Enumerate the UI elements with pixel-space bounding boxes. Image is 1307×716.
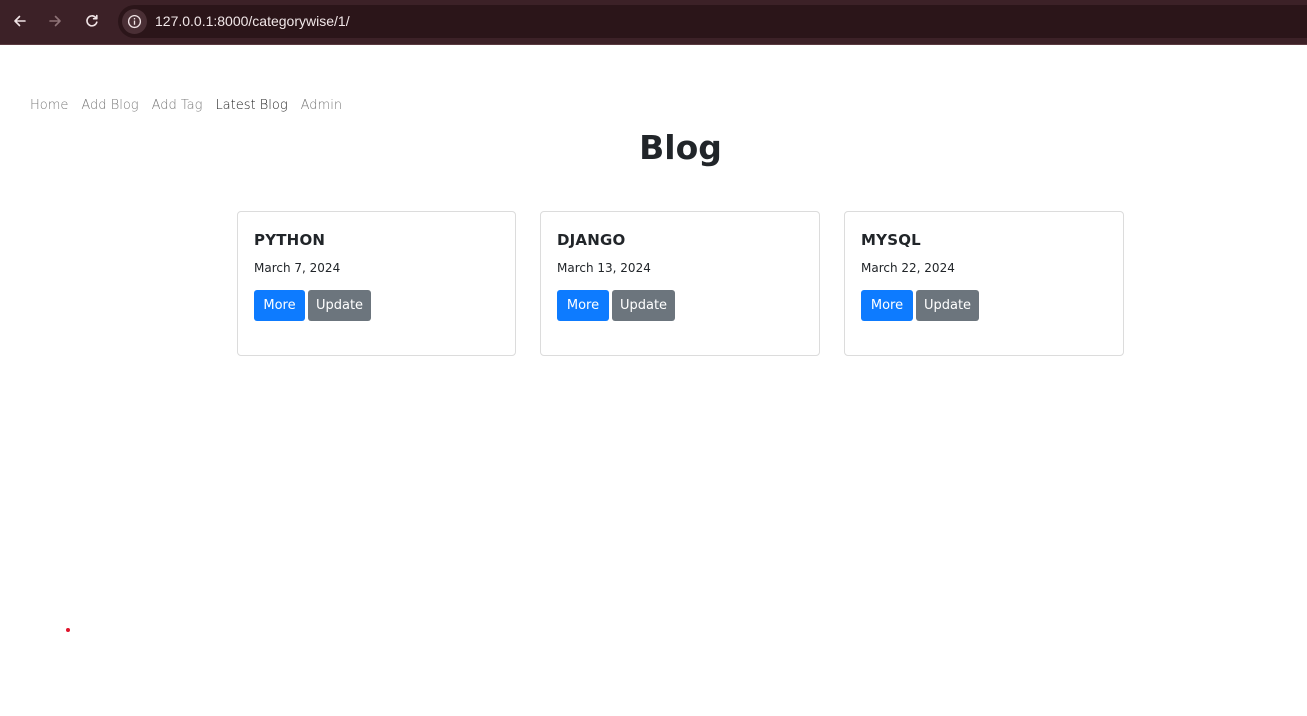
cursor-dot	[66, 628, 70, 632]
reload-icon	[86, 14, 98, 27]
blog-card-python: PYTHON March 7, 2024 More Update	[237, 211, 516, 356]
site-nav: Home Add Blog Add Tag Latest Blog Admin	[30, 98, 355, 113]
url-text: 127.0.0.1:8000/categorywise/1/	[155, 13, 350, 29]
reload-button[interactable]	[79, 8, 105, 34]
address-bar[interactable]: 127.0.0.1:8000/categorywise/1/	[118, 5, 1307, 38]
card-date: March 7, 2024	[254, 261, 341, 275]
nav-admin[interactable]: Admin	[301, 98, 342, 113]
site-info-button[interactable]	[122, 9, 147, 34]
more-button[interactable]: More	[557, 290, 609, 321]
card-title: MYSQL	[861, 231, 921, 249]
nav-add-blog[interactable]: Add Blog	[81, 98, 138, 113]
nav-home[interactable]: Home	[30, 98, 68, 113]
back-button[interactable]	[7, 8, 33, 34]
browser-toolbar: 127.0.0.1:8000/categorywise/1/	[0, 0, 1307, 45]
arrow-left-icon	[14, 15, 26, 27]
more-button[interactable]: More	[861, 290, 913, 321]
card-title: DJANGO	[557, 231, 626, 249]
page-title: Blog	[639, 128, 722, 167]
blog-card-mysql: MYSQL March 22, 2024 More Update	[844, 211, 1124, 356]
forward-button[interactable]	[42, 8, 68, 34]
card-date: March 13, 2024	[557, 261, 651, 275]
arrow-right-icon	[49, 15, 61, 27]
nav-add-tag[interactable]: Add Tag	[152, 98, 203, 113]
card-date: March 22, 2024	[861, 261, 955, 275]
blog-card-django: DJANGO March 13, 2024 More Update	[540, 211, 820, 356]
update-button[interactable]: Update	[612, 290, 675, 321]
info-icon	[127, 14, 142, 29]
nav-latest-blog[interactable]: Latest Blog	[215, 98, 287, 113]
update-button[interactable]: Update	[308, 290, 371, 321]
card-title: PYTHON	[254, 231, 326, 249]
update-button[interactable]: Update	[916, 290, 979, 321]
more-button[interactable]: More	[254, 290, 305, 321]
